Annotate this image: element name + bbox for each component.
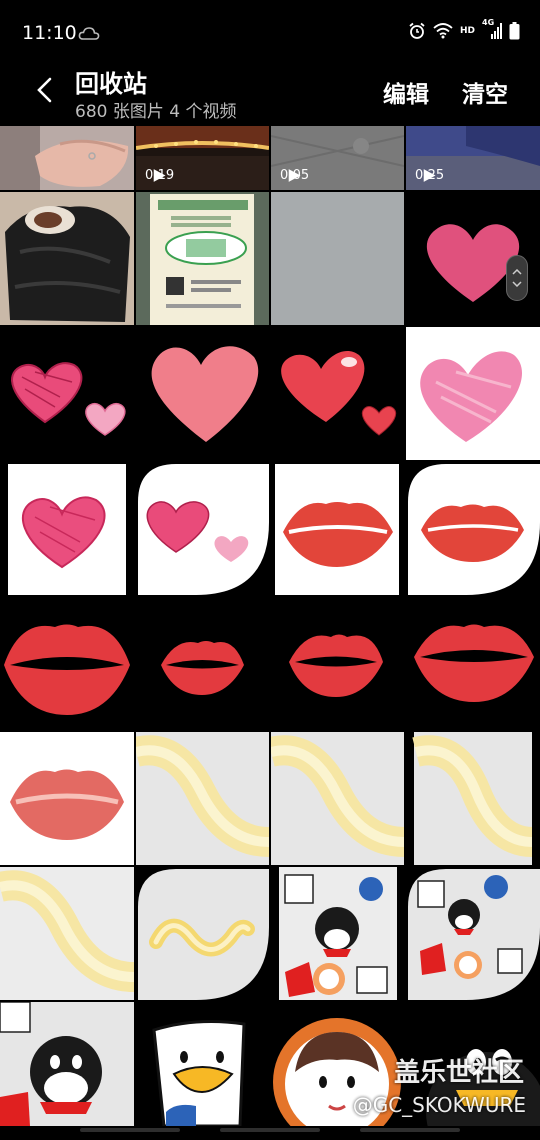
nav-back-button[interactable] (360, 1128, 460, 1132)
wifi-icon (433, 23, 453, 39)
video-thumbnail-street-night[interactable]: 0:19 (136, 126, 269, 190)
status-time: 11:10 (22, 22, 77, 44)
thumbnail-hand-photo[interactable] (0, 126, 134, 190)
chevron-left-icon (37, 77, 52, 103)
page-subtitle: 680 张图片 4 个视频 (75, 102, 237, 122)
video-thumbnail-pavement[interactable]: 0:05 (271, 126, 404, 190)
thumbnail-heart-doodle-white[interactable] (0, 462, 134, 595)
watermark-username: @GC_SKOKWURE (352, 1093, 526, 1117)
video-duration-badge: 0:19 (145, 168, 174, 183)
thumbnail-lips-black-2[interactable] (136, 597, 269, 730)
thumbnail-yellow-wave-3[interactable] (406, 732, 540, 865)
page-title: 回收站 (75, 70, 147, 98)
play-icon (153, 169, 166, 182)
thumbnail-poster-photo[interactable] (136, 192, 269, 325)
thumbnail-bag-photo[interactable] (0, 192, 134, 325)
back-button[interactable] (28, 72, 60, 108)
thumbnail-yellow-wave-2[interactable] (271, 732, 404, 865)
chevron-up-icon (512, 269, 522, 275)
thumbnail-lips-black-1[interactable] (0, 597, 134, 730)
navigation-bar (0, 1126, 540, 1140)
clear-button[interactable]: 清空 (462, 75, 508, 109)
battery-icon (509, 22, 520, 40)
thumbnail-heart-pink-blur[interactable] (406, 327, 540, 460)
thumbnail-yellow-wave-4[interactable] (0, 867, 134, 1000)
play-icon (423, 169, 436, 182)
nav-home-button[interactable] (220, 1128, 320, 1132)
signal-icon (491, 23, 502, 39)
video-duration-badge: 0:05 (280, 168, 309, 183)
signal-group: 4G (482, 18, 502, 40)
chevron-down-icon (512, 281, 522, 287)
thumbnail-lips-black-3[interactable] (271, 597, 404, 730)
thumbnail-hearts-pair[interactable] (136, 462, 269, 595)
thumbnail-qq-sticker-1[interactable] (271, 867, 404, 1000)
network-label: HD (459, 26, 475, 36)
thumbnail-duck-sticker[interactable] (136, 1002, 269, 1126)
thumbnail-yellow-wave-1[interactable] (136, 732, 269, 865)
thumbnail-lips-white[interactable] (271, 462, 404, 595)
thumbnail-lips-blur[interactable] (0, 732, 134, 865)
app-bar: 回收站 680 张图片 4 个视频 编辑 清空 (0, 62, 540, 126)
status-bar: 11:10 HD 4G (0, 0, 540, 62)
video-duration-badge: 0:25 (415, 168, 444, 183)
thumbnail-gray-image[interactable] (271, 192, 404, 325)
thumbnail-heart-salmon[interactable] (136, 327, 269, 460)
thumbnail-heart-doodle[interactable] (0, 327, 134, 460)
thumbnail-yellow-squiggle[interactable] (136, 867, 269, 1000)
watermark-community: 盖乐世社区 (393, 1058, 524, 1088)
play-icon (288, 169, 301, 182)
thumbnail-lips-round[interactable] (406, 462, 540, 595)
fast-scroll-handle[interactable] (506, 255, 528, 301)
status-icons: HD 4G (408, 18, 520, 40)
cloud-icon (78, 27, 100, 40)
thumbnail-qq-sticker-2[interactable] (406, 867, 540, 1000)
thumbnail-qq-closeup[interactable] (0, 1002, 134, 1126)
nav-recent-button[interactable] (80, 1128, 180, 1132)
thumbnail-grid[interactable]: 0:19 0:05 0:25 (0, 126, 540, 1126)
thumbnail-lips-black-4[interactable] (406, 597, 540, 730)
thumbnail-heart-red-glossy[interactable] (271, 327, 404, 460)
edit-button[interactable]: 编辑 (383, 75, 429, 109)
alarm-icon (409, 22, 425, 39)
video-thumbnail-blue-scene[interactable]: 0:25 (406, 126, 540, 190)
